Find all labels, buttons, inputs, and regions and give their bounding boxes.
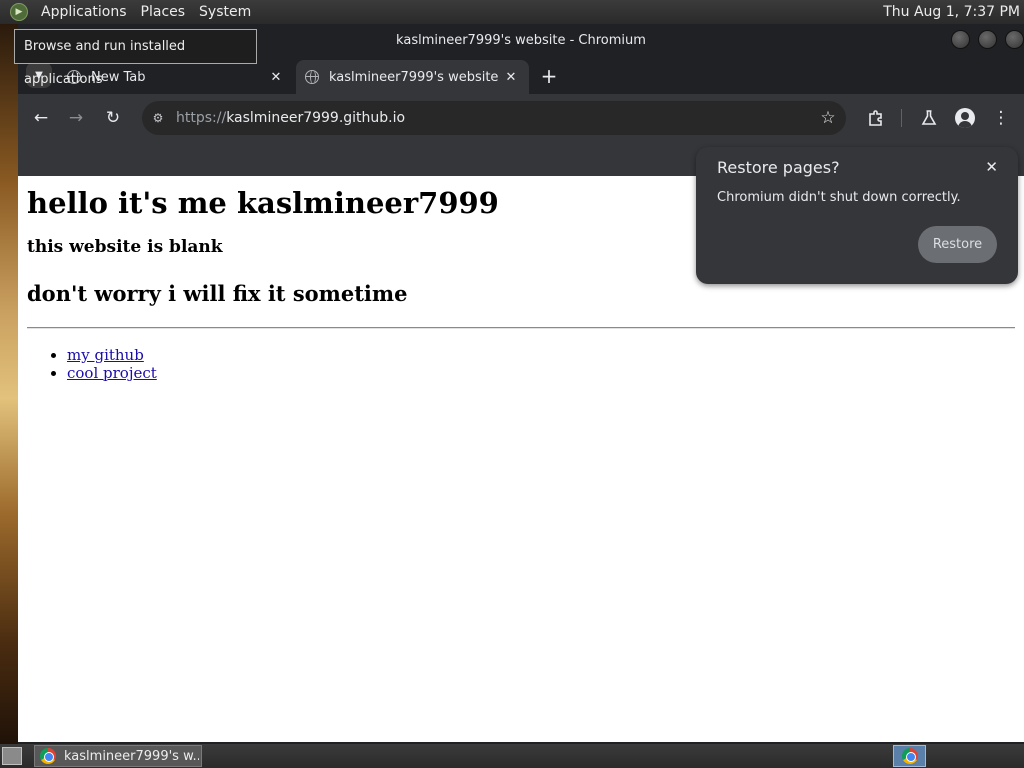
avatar-icon[interactable] bbox=[955, 108, 975, 128]
tray-chromium-item[interactable] bbox=[893, 745, 926, 767]
close-icon[interactable]: ✕ bbox=[264, 70, 288, 85]
browser-toolbar: ← → ↻ ⚙ https://kaslmineer7999.github.io… bbox=[18, 94, 1024, 142]
tab-title: New Tab bbox=[91, 69, 146, 85]
star-icon[interactable]: ☆ bbox=[816, 106, 840, 130]
forward-button[interactable]: → bbox=[63, 105, 89, 131]
desktop-wallpaper bbox=[0, 24, 20, 744]
list-item: my github bbox=[67, 346, 1015, 364]
link-list: my github cool project bbox=[27, 346, 1015, 382]
places-menu[interactable]: Places bbox=[134, 0, 193, 24]
maximize-button[interactable] bbox=[978, 30, 997, 49]
kebab-menu-icon: ⋮ bbox=[992, 108, 1010, 128]
tab-title: kaslmineer7999's website bbox=[329, 69, 499, 85]
applications-tooltip: Browse and run installed applications bbox=[14, 29, 257, 87]
chromium-icon bbox=[901, 748, 918, 764]
close-icon[interactable]: ✕ bbox=[985, 157, 998, 177]
chromium-window: kaslmineer7999's website - Chromium ▼ Ne… bbox=[18, 24, 1024, 744]
cool-project-link[interactable]: cool project bbox=[67, 364, 157, 382]
flask-icon bbox=[921, 110, 937, 125]
address-bar[interactable]: ⚙ https://kaslmineer7999.github.io ☆ bbox=[142, 101, 846, 135]
restore-title: Restore pages? bbox=[717, 158, 840, 177]
restore-message: Chromium didn't shut down correctly. bbox=[717, 190, 961, 205]
taskbar-window-button[interactable]: kaslmineer7999's w... bbox=[34, 745, 202, 767]
plus-icon: + bbox=[540, 64, 558, 88]
arrow-left-icon: ← bbox=[33, 108, 49, 128]
back-button[interactable]: ← bbox=[28, 105, 54, 131]
tune-icon[interactable]: ⚙ bbox=[149, 109, 167, 127]
window-controls bbox=[951, 30, 1024, 49]
show-desktop-button[interactable] bbox=[2, 747, 22, 765]
reload-icon: ↻ bbox=[105, 108, 121, 128]
reload-button[interactable]: ↻ bbox=[100, 105, 126, 131]
window-title: kaslmineer7999's website - Chromium bbox=[396, 33, 646, 48]
list-item: cool project bbox=[67, 364, 1015, 382]
url-scheme: https:// bbox=[176, 110, 227, 126]
restore-button[interactable]: Restore bbox=[918, 226, 997, 263]
chrome-menu-button[interactable]: ⋮ bbox=[988, 105, 1014, 131]
taskbar-window-label: kaslmineer7999's w... bbox=[64, 748, 199, 764]
restore-pages-popup: Restore pages? ✕ Chromium didn't shut do… bbox=[696, 147, 1018, 284]
top-panel: ▶ Applications Places System Thu Aug 1, … bbox=[0, 0, 1024, 24]
puzzle-icon bbox=[869, 110, 882, 126]
panel-clock[interactable]: Thu Aug 1, 7:37 PM bbox=[883, 0, 1020, 24]
arrow-right-icon: → bbox=[68, 108, 84, 128]
github-link[interactable]: my github bbox=[67, 346, 144, 364]
close-icon[interactable]: ✕ bbox=[499, 70, 523, 85]
system-menu[interactable]: System bbox=[192, 0, 258, 24]
chromium-icon bbox=[40, 748, 56, 764]
applications-menu[interactable]: Applications bbox=[34, 0, 134, 24]
address-url[interactable]: https://kaslmineer7999.github.io bbox=[176, 101, 405, 135]
tab-kaslmineer-website[interactable]: kaslmineer7999's website ✕ bbox=[296, 60, 529, 94]
url-host: kaslmineer7999.github.io bbox=[226, 110, 406, 126]
minimize-button[interactable] bbox=[951, 30, 970, 49]
extensions-button[interactable] bbox=[863, 105, 889, 131]
new-tab-button[interactable]: + bbox=[536, 64, 562, 90]
bottom-taskbar: kaslmineer7999's w... bbox=[0, 744, 1024, 768]
page-divider bbox=[27, 327, 1015, 329]
gnome-foot-icon[interactable]: ▶ bbox=[10, 3, 28, 21]
globe-icon bbox=[305, 70, 319, 84]
close-window-button[interactable] bbox=[1005, 30, 1024, 49]
labs-button[interactable] bbox=[916, 105, 942, 131]
toolbar-separator bbox=[901, 109, 902, 127]
page-second-heading: don't worry i will fix it sometime bbox=[27, 281, 408, 306]
